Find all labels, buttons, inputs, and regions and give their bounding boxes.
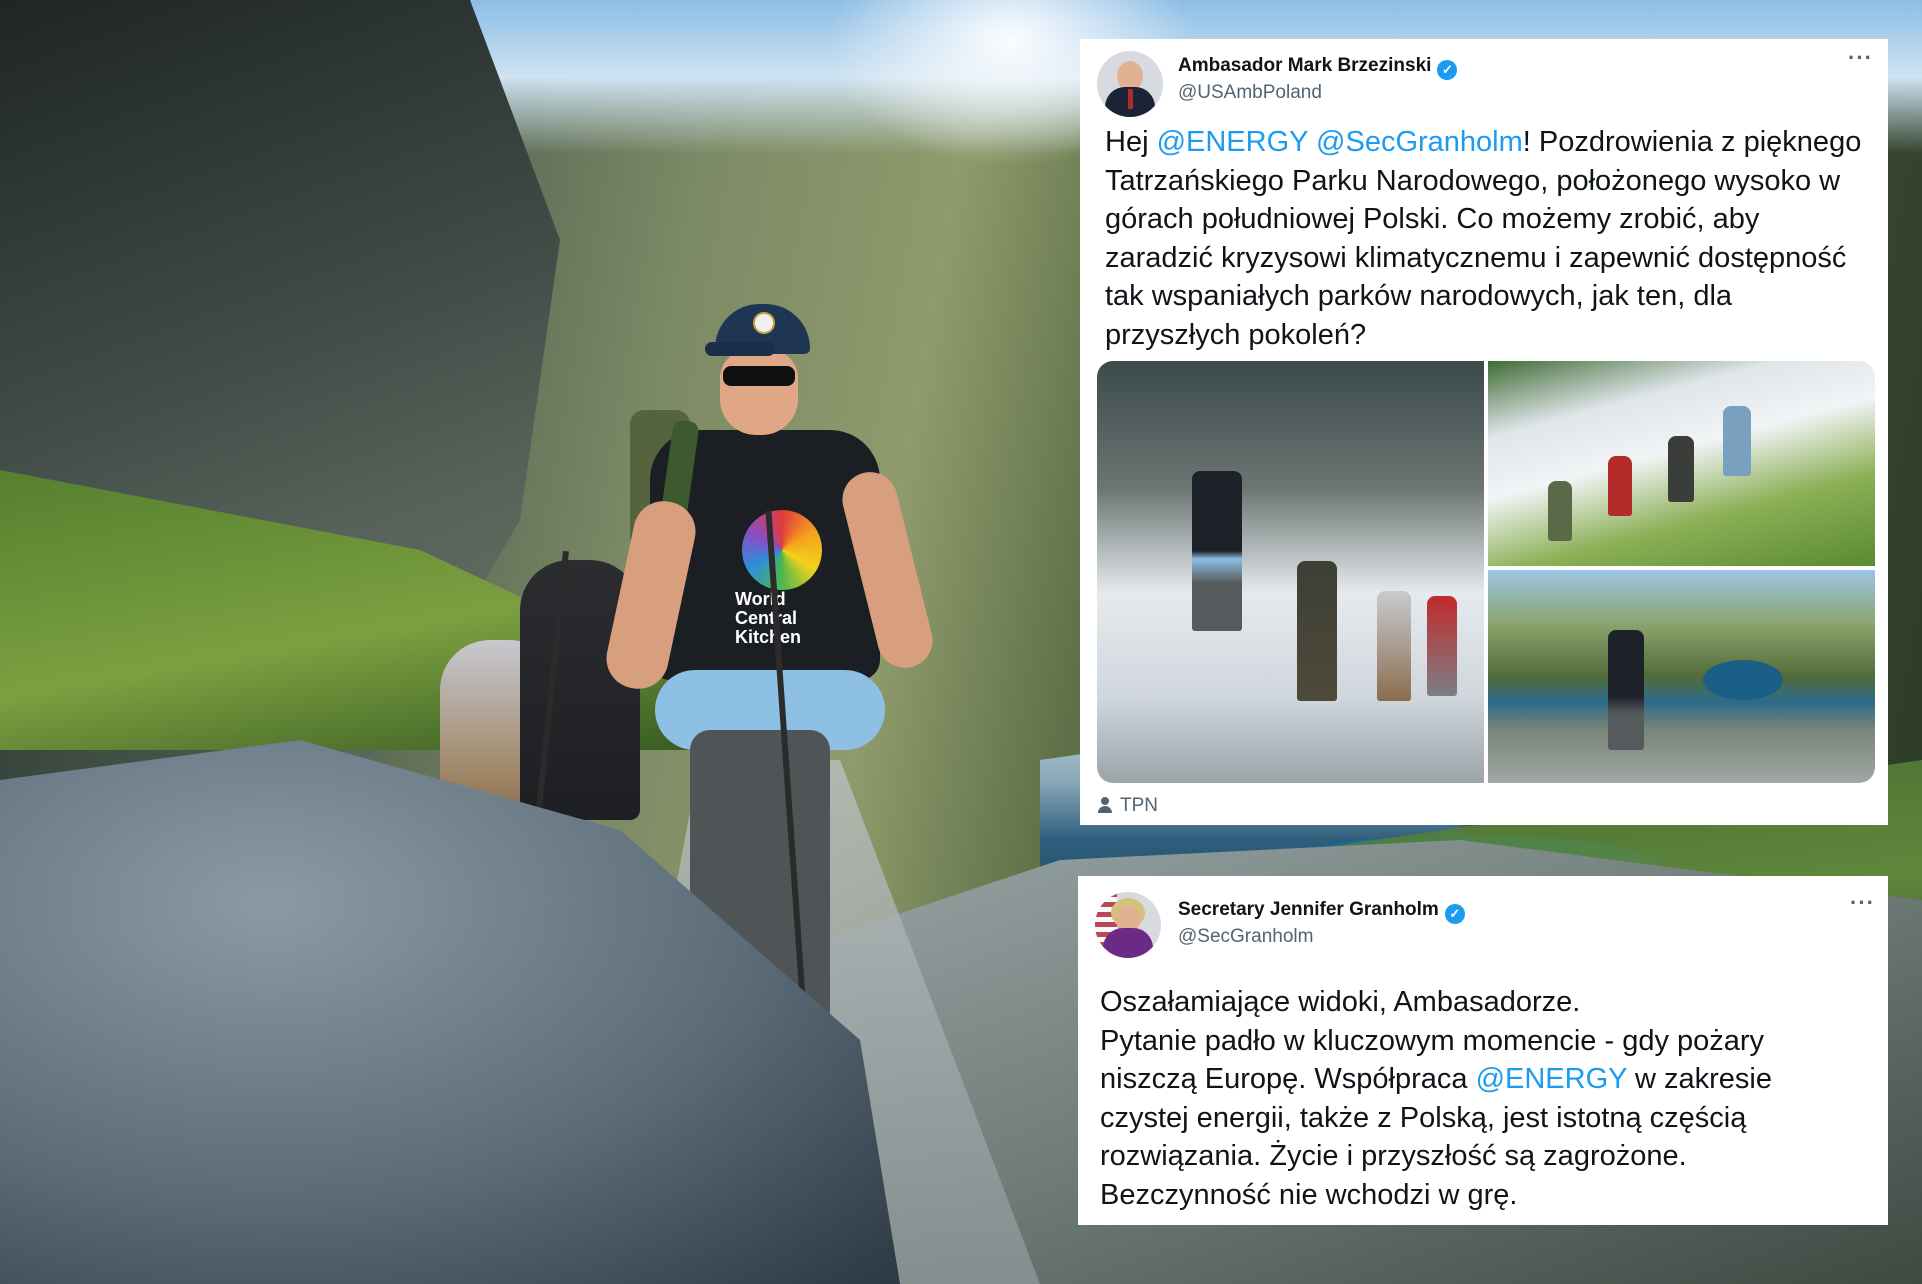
tweet-header: Secretary Jennifer Granholm ✓ @SecGranhol… [1078,876,1888,958]
tweet-text-body: ! Pozdrowienia z pięknego Tatrzańskiego … [1105,126,1862,351]
tweet-card-ambassador[interactable]: Ambasador Mark Brzezinski ✓ @USAmbPoland … [1080,39,1888,825]
photo-trail-lake[interactable] [1488,570,1875,783]
display-name[interactable]: Ambasador Mark Brzezinski ✓ [1178,55,1458,80]
more-options-icon[interactable]: ··· [1848,45,1873,71]
photo-credit: TPN [1098,795,1158,817]
person-icon [1098,797,1112,813]
verified-badge-icon: ✓ [1444,904,1465,924]
cap-visor [705,342,775,356]
tweet-text: Hej @ENERGY @SecGranholm! Pozdrowienia z… [1105,123,1875,354]
tweet-text: Oszałamiające widoki, Ambasadorze. Pytani… [1100,983,1860,1214]
shirt-text: World Central Kitchen [735,589,802,647]
wck-logo-icon [742,510,822,590]
tweet-text-line1: Oszałamiające widoki, Ambasadorze. [1100,986,1581,1018]
avatar[interactable] [1097,51,1163,117]
mention-energy[interactable]: @ENERGY [1157,126,1308,158]
display-name-text: Ambasador Mark Brzezinski [1178,55,1432,76]
photo-credit-text: TPN [1120,795,1158,816]
cap-logo-icon [753,312,775,334]
face [720,350,798,435]
sunglasses [723,366,795,386]
user-handle[interactable]: @USAmbPoland [1178,82,1322,104]
tweet-text-hej: Hej [1105,126,1157,158]
photo-hikers-slope[interactable] [1488,361,1875,566]
user-handle[interactable]: @SecGranholm [1178,926,1313,948]
tweet-header: Ambasador Mark Brzezinski ✓ @USAmbPoland … [1080,39,1888,119]
mention-secgranholm[interactable]: @SecGranholm [1316,126,1523,158]
photo-snowfield-hikers[interactable] [1097,361,1484,783]
mention-energy[interactable]: @ENERGY [1476,1063,1627,1095]
tweet-card-granholm[interactable]: Secretary Jennifer Granholm ✓ @SecGranhol… [1078,876,1888,1225]
display-name-text: Secretary Jennifer Granholm [1178,899,1439,920]
tweet-text-space [1308,126,1316,158]
display-name[interactable]: Secretary Jennifer Granholm ✓ [1178,899,1465,924]
avatar[interactable] [1095,892,1161,958]
tweet-media-grid [1097,361,1875,783]
more-options-icon[interactable]: ··· [1850,890,1875,916]
verified-badge-icon: ✓ [1437,60,1458,80]
